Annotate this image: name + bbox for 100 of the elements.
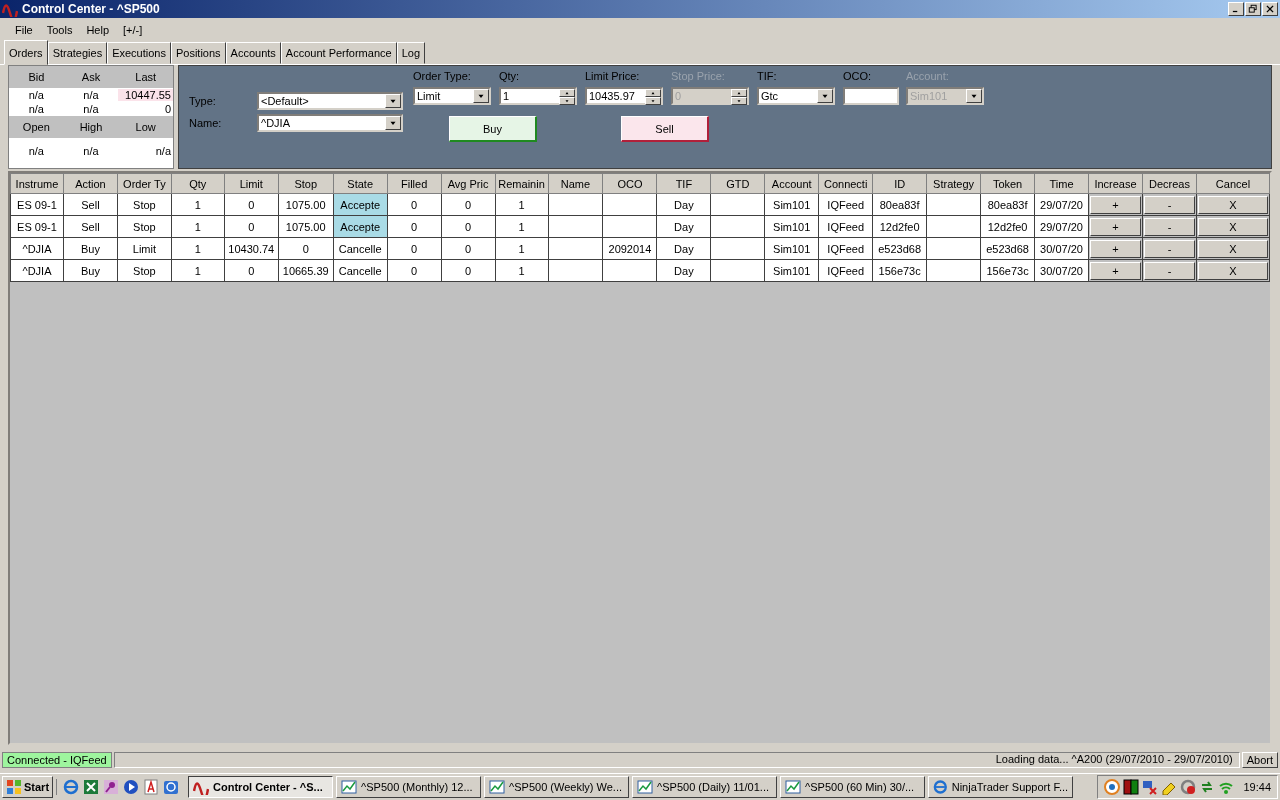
close-icon [1265, 4, 1275, 14]
column-header[interactable]: Time [1034, 173, 1089, 194]
tab[interactable]: Accounts [225, 42, 281, 64]
tab[interactable]: Strategies [47, 42, 108, 64]
column-header[interactable]: Strategy [926, 173, 981, 194]
tab[interactable]: Executions [107, 42, 171, 64]
start-button[interactable]: Start [2, 776, 54, 798]
dropdown-field[interactable]: ^DJIA [257, 114, 403, 132]
tab[interactable]: Log [396, 42, 425, 64]
column-header[interactable]: Qty [171, 173, 225, 194]
app-icon[interactable] [163, 779, 180, 795]
increase-button[interactable]: + [1090, 261, 1141, 280]
field-label: Order Type: [413, 70, 472, 84]
column-header[interactable]: Instrume [10, 173, 64, 194]
column-header[interactable]: GTD [710, 173, 765, 194]
decrease-button[interactable]: - [1144, 195, 1195, 214]
quote-value: n/a [82, 103, 100, 115]
blocked-icon[interactable] [1180, 779, 1197, 795]
bars-icon[interactable] [1123, 779, 1140, 795]
field-label: TIF: [757, 70, 778, 84]
taskbar-button[interactable]: ^SP500 (60 Min) 30/... [780, 776, 926, 798]
down-arrow-icon [649, 98, 657, 104]
table-cell: ^DJIA [10, 259, 64, 282]
taskbar-button[interactable]: ^SP500 (Daily) 11/01... [632, 776, 778, 798]
quote-header: Last [134, 71, 158, 83]
column-header[interactable]: TIF [656, 173, 711, 194]
down-arrow-icon [735, 98, 743, 104]
cancel-button[interactable]: X [1197, 261, 1268, 280]
taskbar-button[interactable]: ^SP500 (Monthly) 12... [336, 776, 482, 798]
dropdown-field[interactable]: Limit [413, 87, 491, 105]
table-cell: ^DJIA [10, 237, 64, 260]
buy-button[interactable]: Buy [449, 116, 537, 142]
chart-icon [341, 779, 358, 795]
cancel-button[interactable]: X [1197, 217, 1268, 236]
quote-value: n/a [154, 145, 172, 157]
column-header[interactable]: Limit [224, 173, 279, 194]
microphone-icon[interactable] [103, 779, 120, 795]
media-player-icon[interactable] [123, 779, 140, 795]
column-header[interactable]: State [333, 173, 388, 194]
down-arrow-icon [563, 98, 571, 104]
taskbar-button[interactable]: ^SP500 (Weekly) We... [484, 776, 630, 798]
quote-header: High [78, 121, 104, 133]
menu-item[interactable]: Help [79, 22, 117, 38]
restore-button[interactable] [1245, 2, 1261, 16]
increase-button[interactable]: + [1090, 217, 1141, 236]
network-error-icon[interactable] [1142, 779, 1159, 795]
close-button[interactable] [1262, 2, 1278, 16]
taskbar-button[interactable]: NinjaTrader Support F... [928, 776, 1074, 798]
table-cell: ES 09-1 [10, 193, 64, 216]
column-header[interactable]: Order Ty [117, 173, 172, 194]
menu-item[interactable]: Tools [39, 22, 80, 38]
minimize-button[interactable] [1228, 2, 1244, 16]
restore-icon [1248, 4, 1258, 14]
increase-button[interactable]: + [1090, 195, 1141, 214]
cancel-button[interactable]: X [1197, 195, 1268, 214]
abort-button[interactable]: Abort [1241, 752, 1278, 768]
input-field[interactable] [843, 87, 899, 105]
column-header[interactable]: Avg Pric [441, 173, 496, 194]
quote-value: n/a [27, 145, 45, 157]
column-header[interactable]: ID [872, 173, 927, 194]
menu-item[interactable]: File [8, 22, 40, 38]
quote-value: 0 [163, 103, 172, 115]
menu-item[interactable]: [+/-] [116, 22, 150, 38]
badge-icon[interactable] [1104, 779, 1121, 795]
spreadsheet-icon[interactable] [83, 779, 100, 795]
tab[interactable]: Positions [170, 42, 226, 64]
column-header[interactable]: Account [764, 173, 819, 194]
column-header[interactable]: Action [63, 173, 118, 194]
cancel-button[interactable]: X [1197, 239, 1268, 258]
decrease-button[interactable]: - [1144, 217, 1195, 236]
table-cell: ES 09-1 [10, 215, 64, 238]
sell-button[interactable]: Sell [621, 116, 709, 142]
tab[interactable]: Orders [4, 40, 48, 65]
column-header[interactable]: Remainin [495, 173, 549, 194]
dropdown-field[interactable]: Gtc [757, 87, 835, 105]
decrease-button[interactable]: - [1144, 239, 1195, 258]
column-header[interactable]: Stop [278, 173, 334, 194]
spinner-field[interactable]: 10435.97 [585, 87, 663, 105]
up-arrow-icon [649, 90, 657, 96]
quote-value: n/a [82, 89, 100, 101]
document-icon[interactable] [143, 779, 160, 795]
field-label: Limit Price: [585, 70, 641, 84]
chart-icon [489, 779, 506, 795]
column-header[interactable]: Connecti [818, 173, 873, 194]
dropdown-field[interactable]: <Default> [257, 92, 403, 110]
browser-icon[interactable] [63, 779, 80, 795]
column-header[interactable]: Cancel [1196, 173, 1270, 194]
column-header[interactable]: Filled [387, 173, 442, 194]
column-header[interactable]: Name [548, 173, 603, 194]
column-header[interactable]: Decreas [1142, 173, 1197, 194]
column-header[interactable]: Increase [1088, 173, 1143, 194]
up-arrow-icon [563, 90, 571, 96]
column-header[interactable]: Token [980, 173, 1035, 194]
decrease-button[interactable]: - [1144, 261, 1195, 280]
column-header[interactable]: OCO [602, 173, 657, 194]
spinner-field[interactable]: 1 [499, 87, 577, 105]
field-label: Qty: [499, 70, 521, 84]
taskbar-button[interactable]: Control Center - ^S... [188, 776, 334, 798]
tab[interactable]: Account Performance [280, 42, 397, 64]
increase-button[interactable]: + [1090, 239, 1141, 258]
